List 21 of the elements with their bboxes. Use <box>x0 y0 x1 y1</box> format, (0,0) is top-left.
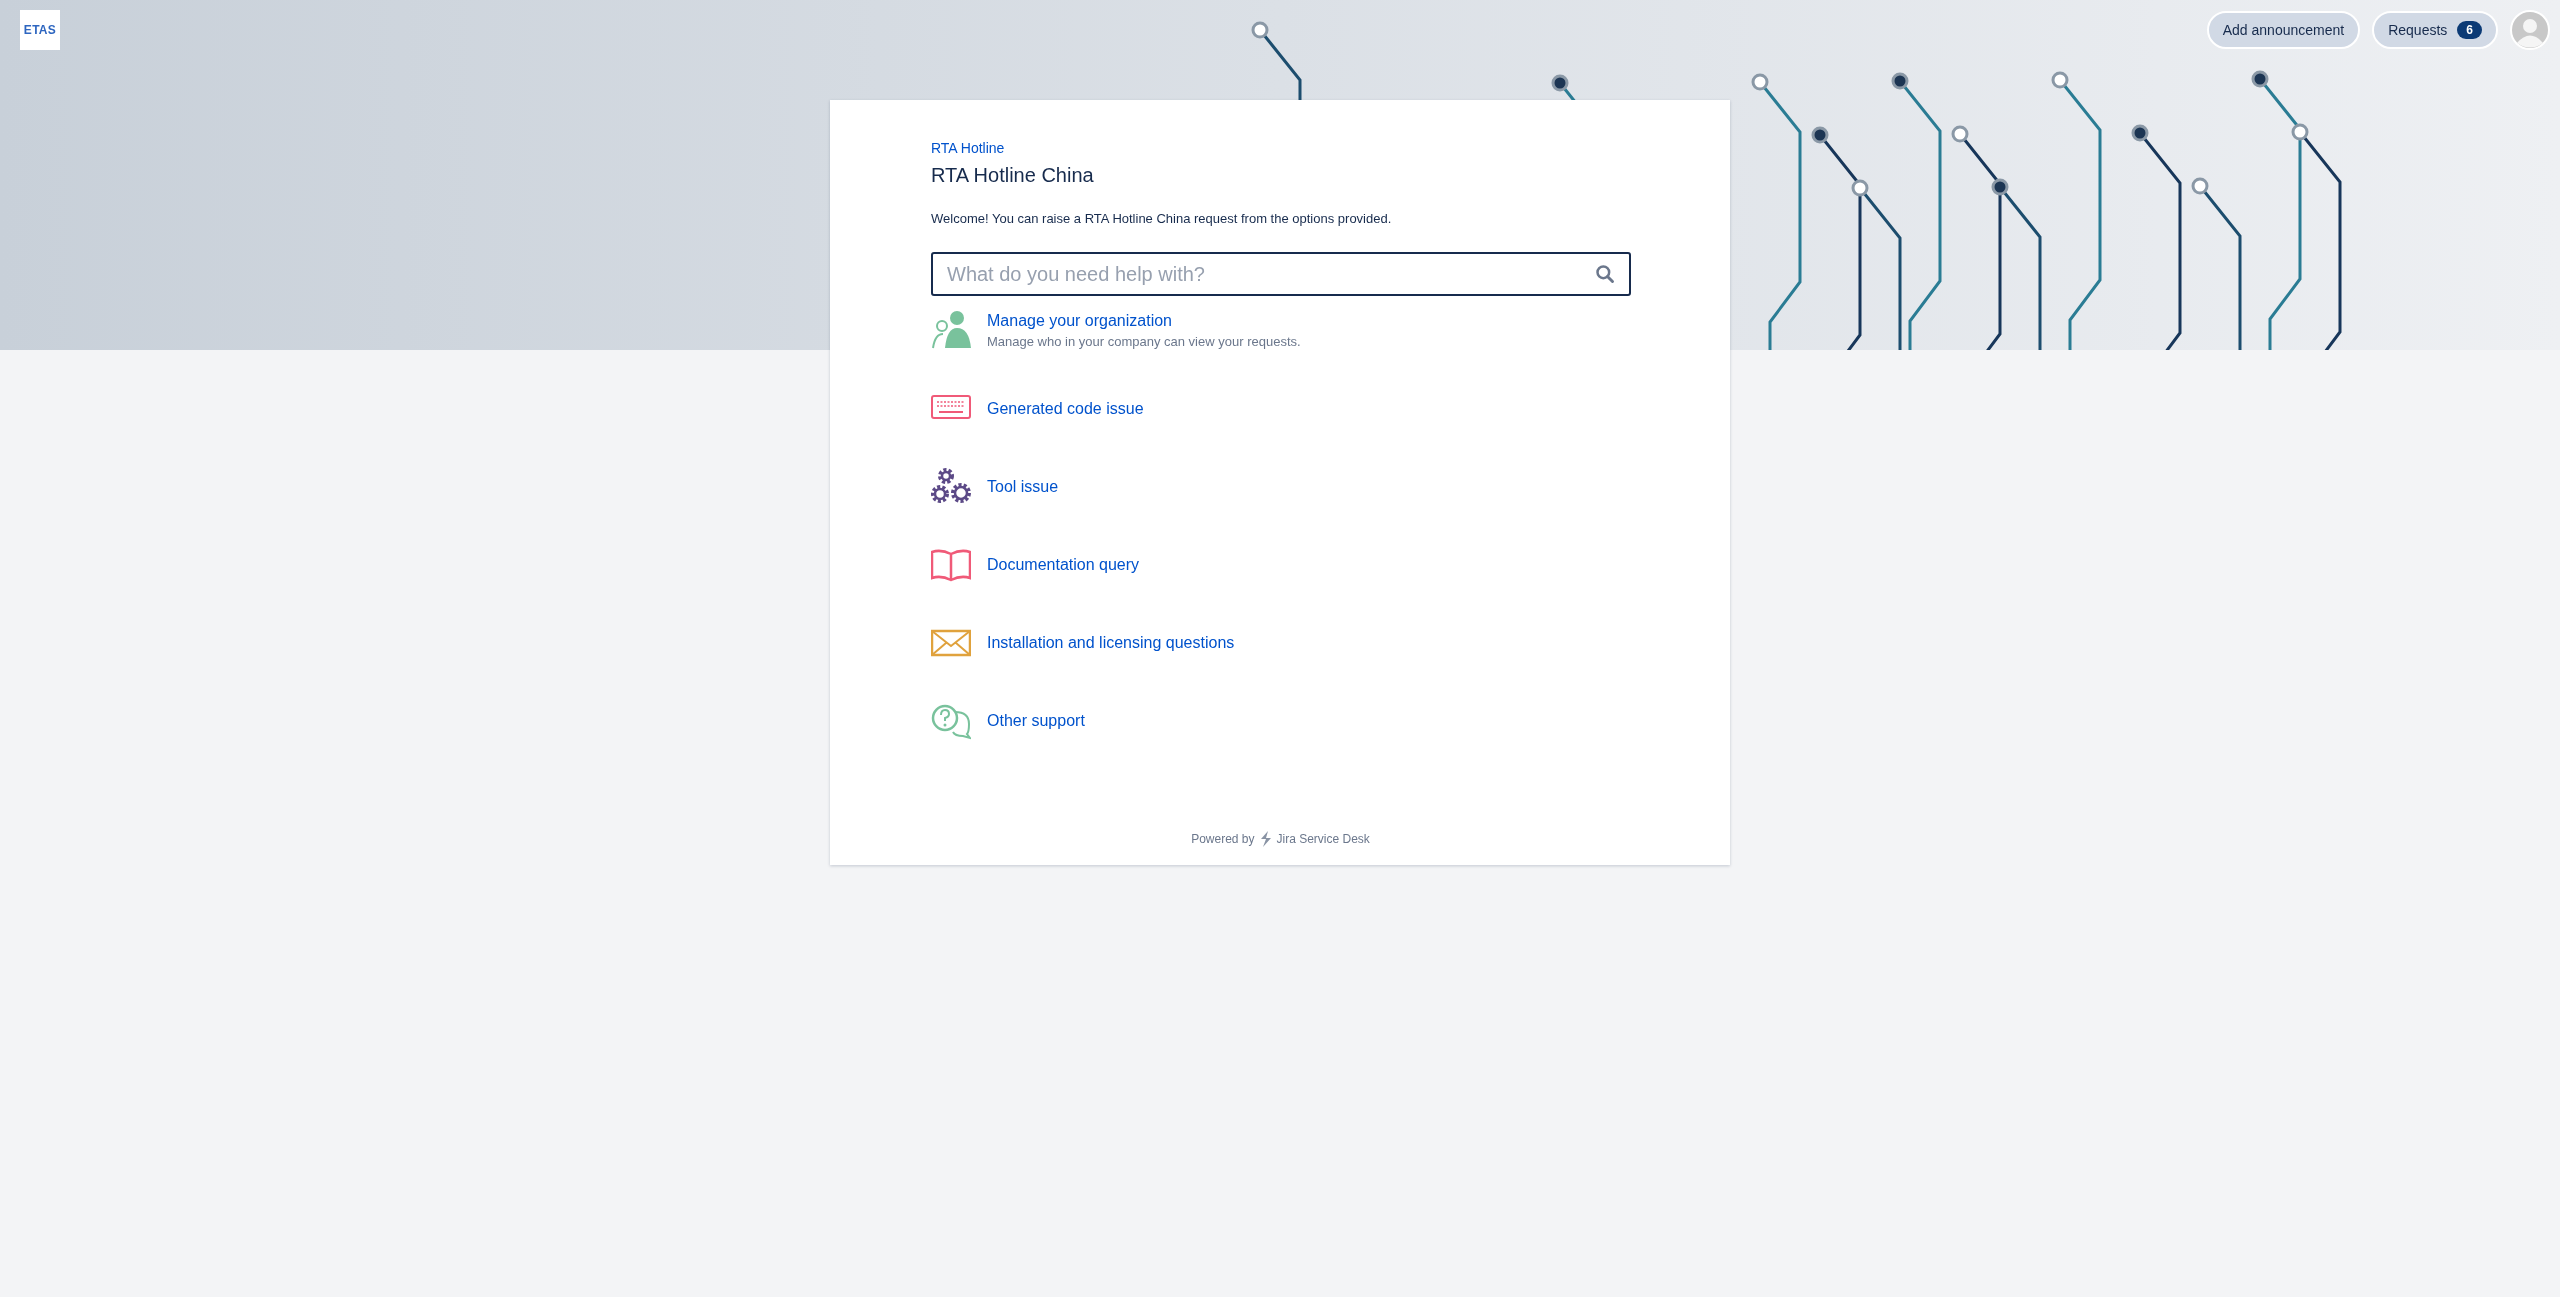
search-icon[interactable] <box>1595 264 1615 284</box>
request-type-description: Manage who in your company can view your requests. <box>987 334 1301 349</box>
announcement-button[interactable]: Add announcement <box>2206 11 2361 49</box>
requests-button[interactable]: Requests 6 <box>2372 11 2498 49</box>
request-type-link[interactable]: Tool issue <box>987 478 1059 496</box>
logo[interactable]: ETAS <box>20 10 60 50</box>
request-type-link[interactable]: Documentation query <box>987 556 1140 574</box>
portal-title: RTA Hotline China <box>931 164 1095 187</box>
gears-icon <box>931 466 971 506</box>
count-badge: 6 <box>2457 21 2482 39</box>
people-icon <box>931 310 971 350</box>
bolt-icon <box>1258 831 1273 847</box>
breadcrumb-link[interactable]: RTA Hotline <box>931 140 1005 156</box>
request-type-link[interactable]: Installation and licensing questions <box>987 634 1235 652</box>
welcome-text: Welcome! You can raise a RTA Hotline China request from the options provided. <box>931 211 1393 226</box>
request-type-link[interactable]: Manage your organization <box>987 312 1301 330</box>
product-name: Jira Service Desk <box>1276 832 1370 846</box>
powered-by-text: Powered by <box>1191 832 1255 846</box>
request-type-link[interactable]: Generated code issue <box>987 400 1144 418</box>
search-field[interactable]: What do you need help with? <box>931 252 1631 296</box>
request-type-link[interactable]: Other support <box>987 712 1085 730</box>
